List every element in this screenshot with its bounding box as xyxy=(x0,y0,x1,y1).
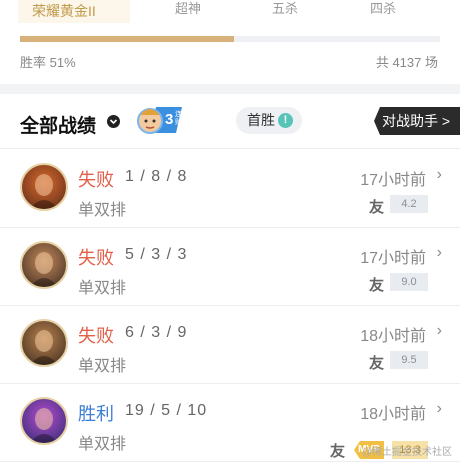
match-mode: 单双排 xyxy=(78,436,127,453)
tab-penta-kill[interactable]: 五杀 xyxy=(272,0,298,17)
friend-icon: 友 xyxy=(368,277,384,294)
all-records-title[interactable]: 全部战绩 xyxy=(20,111,96,138)
win-rate-text: 胜率 51% xyxy=(20,55,76,70)
tab-quadra-kill[interactable]: 四杀 xyxy=(370,0,396,17)
battle-assistant-button[interactable]: 对战助手 > xyxy=(374,107,460,135)
match-row[interactable]: 失败 5 / 3 / 3 单双排 17小时前 › 友 9.0 xyxy=(0,228,460,306)
chevron-right-icon[interactable]: › xyxy=(437,166,442,184)
hero-avatar[interactable] xyxy=(20,241,68,289)
first-win-label: 首胜 xyxy=(247,112,275,128)
match-row[interactable]: 失败 1 / 8 / 8 单双排 17小时前 › 友 4.2 xyxy=(0,150,460,228)
hero-avatar[interactable] xyxy=(20,319,68,367)
match-kda: 19 / 5 / 10 xyxy=(125,402,208,419)
section-divider xyxy=(0,84,460,94)
hero-avatar[interactable] xyxy=(20,163,68,211)
chevron-right-icon[interactable]: › xyxy=(437,400,442,418)
tab-rank[interactable]: 荣耀黄金II xyxy=(18,0,130,23)
match-kda: 6 / 3 / 9 xyxy=(125,324,188,341)
match-score: 4.2 xyxy=(390,195,428,213)
match-time: 18小时前 xyxy=(360,406,426,423)
match-row[interactable]: 失败 6 / 3 / 9 单双排 18小时前 › 友 9.5 xyxy=(0,306,460,384)
match-kda: 1 / 8 / 8 xyxy=(125,168,188,185)
chevron-down-icon[interactable] xyxy=(107,115,120,128)
hero-avatar[interactable] xyxy=(20,397,68,445)
win-rate-progress-fill xyxy=(20,36,235,42)
match-time: 18小时前 xyxy=(360,328,426,345)
tab-legendary[interactable]: 超神 xyxy=(175,0,201,17)
chevron-right-icon[interactable]: › xyxy=(437,322,442,340)
match-mode: 单双排 xyxy=(78,358,127,375)
chevron-right-icon[interactable]: › xyxy=(437,244,442,262)
match-score: 9.5 xyxy=(390,351,428,369)
friend-icon: 友 xyxy=(368,355,384,372)
match-result: 胜利 xyxy=(78,404,114,424)
streak-label: 连败 xyxy=(175,111,182,126)
friend-icon: 友 xyxy=(329,443,345,460)
match-mode: 单双排 xyxy=(78,280,127,297)
match-result: 失败 xyxy=(78,170,114,190)
info-icon[interactable]: ! xyxy=(278,113,293,128)
match-score: 9.0 xyxy=(390,273,428,291)
match-result: 失败 xyxy=(78,326,114,346)
losing-streak-badge: 3 连败 xyxy=(136,99,184,139)
watermark-text: @稀土掘金技术社区 xyxy=(361,447,452,458)
match-time: 17小时前 xyxy=(360,250,426,267)
match-result: 失败 xyxy=(78,248,114,268)
match-kda: 5 / 3 / 3 xyxy=(125,246,188,263)
win-rate-progress-bar xyxy=(20,36,440,42)
separator xyxy=(0,148,460,149)
total-games-text: 共 4137 场 xyxy=(375,55,438,70)
match-mode: 单双排 xyxy=(78,202,127,219)
friend-icon: 友 xyxy=(368,199,384,216)
match-time: 17小时前 xyxy=(360,172,426,189)
streak-count: 3 xyxy=(165,111,174,128)
